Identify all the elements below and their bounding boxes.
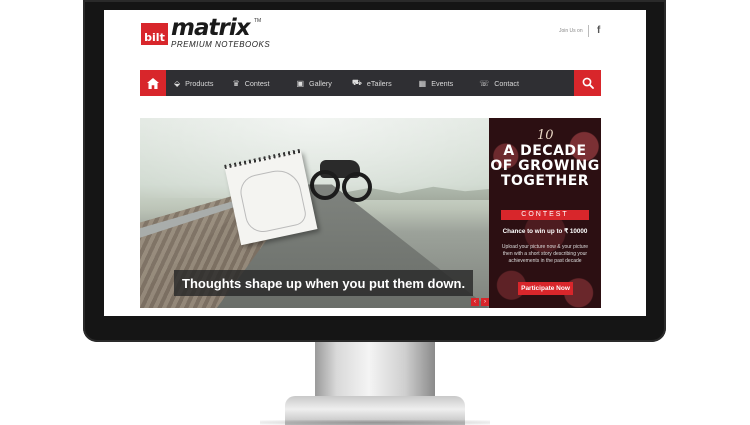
nav-item-contest[interactable]: ♛ Contest (233, 70, 270, 96)
facebook-icon[interactable]: f (597, 25, 600, 36)
logo-wordmark: matrix TM PREMIUM NOTEBOOKS (171, 15, 271, 50)
promo-title-line1: A DECADE (503, 143, 587, 159)
search-button[interactable] (574, 70, 601, 96)
sketchbook-image (224, 150, 318, 246)
logo-name: matrix (171, 15, 251, 41)
browser-screen: bilt matrix TM PREMIUM NOTEBOOKS Join Us… (104, 10, 646, 316)
search-icon (582, 77, 594, 89)
phone-icon: ☏ (479, 78, 490, 88)
logo-mark: bilt (141, 23, 168, 45)
slider-next-button[interactable]: › (481, 298, 489, 306)
promo-prize-text: Chance to win up to ₹ 10000 (502, 228, 588, 235)
nav-item-contact[interactable]: ☏ Contact (479, 70, 519, 96)
nav-label-events: Events (431, 78, 454, 88)
join-us-link[interactable]: Join Us on (559, 28, 583, 34)
promo-title-line2: OF GROWING (490, 158, 600, 174)
slider-prev-button[interactable]: ‹ (471, 298, 479, 306)
calendar-icon: ▦ (418, 78, 427, 88)
home-button[interactable] (140, 70, 166, 96)
nav-item-gallery[interactable]: ▣ Gallery (296, 70, 331, 96)
banner-caption: Thoughts shape up when you put them down… (174, 270, 474, 296)
logo-trademark: TM (254, 18, 262, 24)
monitor-stand-shadow (260, 420, 490, 425)
logo-tagline: PREMIUM NOTEBOOKS (171, 40, 271, 49)
motorcycle-wheel-rear (310, 170, 340, 200)
home-icon (147, 77, 159, 89)
slider-controls: ‹ › (471, 298, 489, 306)
motorcycle-image (310, 148, 372, 203)
nav-item-products[interactable]: ⬙ Products (174, 70, 214, 96)
header-divider (588, 25, 589, 37)
main-nav: ⬙ Products ♛ Contest ▣ Gallery ⛟ eTailer… (140, 70, 601, 96)
nav-label-etailers: eTailers (366, 78, 392, 88)
hero-banner[interactable]: Thoughts shape up when you put them down… (140, 118, 489, 308)
nav-label-contest: Contest (244, 78, 270, 88)
nav-label-products: Products (185, 78, 214, 88)
monitor-stand-neck (315, 342, 435, 402)
nav-label-contact: Contact (494, 78, 520, 88)
promo-ten-years: 10 (537, 128, 554, 143)
nav-label-gallery: Gallery (309, 78, 332, 88)
nav-item-etailers[interactable]: ⛟ eTailers (352, 70, 392, 96)
contest-promo: 10 A DECADE OF GROWING TOGETHER CONTEST … (489, 118, 601, 308)
nav-item-events[interactable]: ▦ Events (419, 70, 454, 96)
promo-description: Upload your picture now & your picture t… (501, 244, 589, 264)
picture-icon: ▣ (296, 78, 305, 88)
motorcycle-wheel-front (342, 172, 372, 202)
promo-title: A DECADE OF GROWING TOGETHER (489, 144, 601, 189)
sketch-drawing (237, 166, 308, 236)
notebook-icon: ⬙ (174, 78, 181, 88)
promo-contest-badge: CONTEST (501, 210, 589, 220)
trophy-icon: ♛ (232, 78, 240, 88)
participate-now-button[interactable]: Participate Now (518, 282, 573, 295)
site-logo[interactable]: bilt matrix TM PREMIUM NOTEBOOKS (141, 15, 271, 50)
cart-icon: ⛟ (351, 78, 362, 87)
promo-title-line3: TOGETHER (500, 173, 590, 189)
